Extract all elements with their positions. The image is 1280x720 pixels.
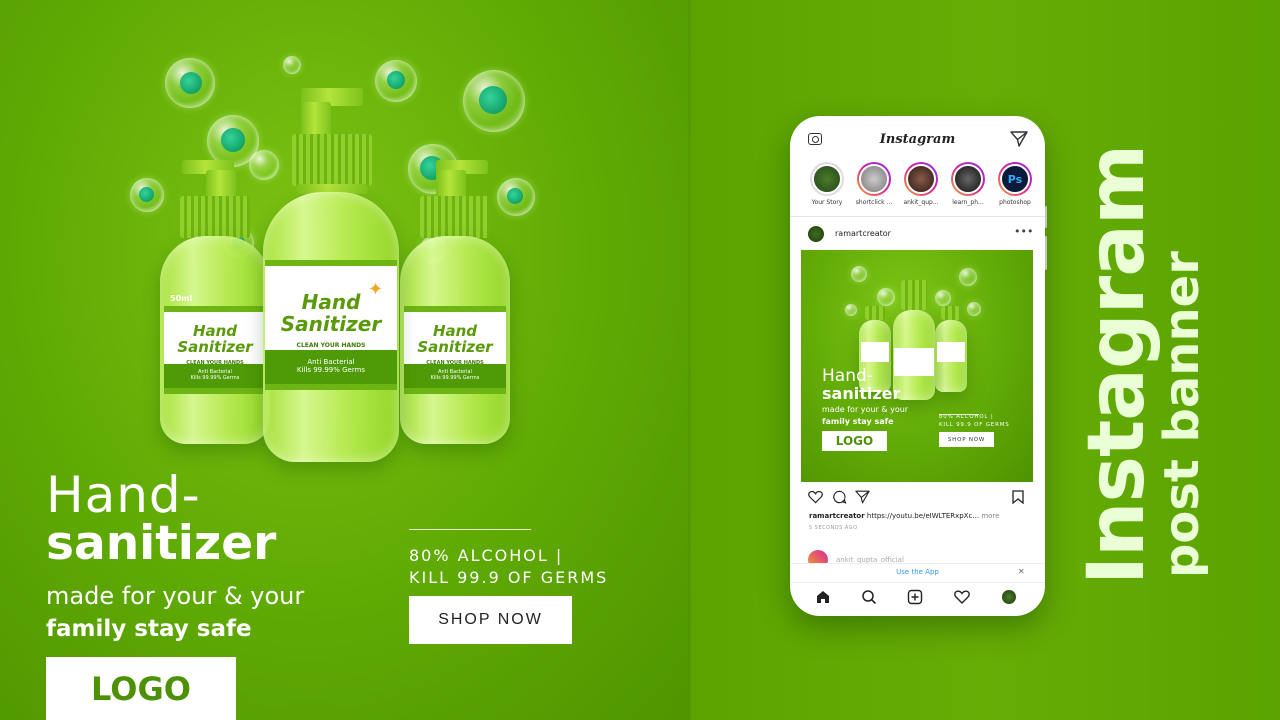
bottle-strip-2: Kills 99.99% Germs [190, 375, 240, 381]
story-item[interactable]: ankit_qup... [903, 162, 939, 206]
story-name: learn_ph... [952, 199, 984, 206]
side-title-instagram: Instagram [1072, 144, 1162, 585]
bubble [283, 56, 301, 74]
app-title: Instagram [879, 132, 956, 147]
avatar[interactable] [808, 226, 824, 242]
virus-icon [479, 86, 507, 114]
virus-icon [221, 128, 245, 152]
bubble [935, 290, 951, 306]
more-options-icon[interactable]: ••• [1014, 225, 1033, 238]
bubble [877, 288, 895, 306]
bubble [959, 268, 977, 286]
share-icon[interactable] [855, 490, 870, 504]
post-image[interactable]: Hand- sanitizer made for your & your fam… [801, 250, 1033, 482]
bottle-capacity: 50ml [170, 294, 193, 303]
post-feature-1: 80% ALCOHOL | [939, 414, 994, 420]
separator [790, 216, 1045, 217]
bottle-strip-2: Kills 99.99% Germs [296, 366, 366, 374]
post-tagline-2: family stay safe [822, 417, 894, 426]
post-username[interactable]: ramartcreator [835, 229, 891, 238]
story-name: Your Story [811, 199, 843, 206]
side-title-post-banner: post banner [1154, 251, 1210, 578]
bubble [845, 304, 857, 316]
mini-label [937, 342, 965, 362]
post-caption: ramartcreator https://youtu.be/eIWLTERxp… [809, 512, 999, 520]
bubble [851, 266, 867, 282]
stories-bar: Your Story shortclick ... ankit_qup... l… [790, 162, 1045, 214]
caption-more[interactable]: more [981, 512, 999, 520]
story-item[interactable]: learn_ph... [951, 162, 985, 206]
new-post-icon[interactable] [907, 589, 923, 605]
profile-avatar-icon[interactable] [1002, 590, 1016, 604]
story-name: shortclick ... [855, 199, 893, 206]
post-actions [790, 488, 1045, 506]
like-icon[interactable] [808, 490, 823, 504]
feature-alcohol: 80% ALCOHOL | [409, 546, 564, 565]
panel-divider [688, 0, 691, 720]
banner-panel: Hand Sanitizer CLEAN YOUR HANDS Anti Bac… [0, 0, 690, 720]
close-icon[interactable]: ✕ [1018, 567, 1025, 576]
tagline-2: family stay safe [46, 616, 252, 642]
post-header: ramartcreator ••• [790, 224, 1045, 244]
bottom-nav [790, 582, 1045, 612]
virus-icon [139, 187, 154, 202]
post-shop-button: SHOP NOW [939, 432, 994, 447]
direct-message-icon[interactable] [1010, 131, 1028, 147]
mini-cap [941, 306, 961, 320]
mini-label [861, 342, 889, 362]
left-bottle: Hand Sanitizer CLEAN YOUR HANDS Anti Bac… [160, 160, 270, 445]
center-bottle: Hand Sanitizer CLEAN YOUR HANDS Anti Bac… [263, 88, 399, 462]
caption-username[interactable]: ramartcreator [809, 512, 865, 520]
post-timestamp: 5 SECONDS AGO [809, 525, 858, 531]
post-headline-2: sanitizer [822, 384, 901, 403]
story-name: photoshop [999, 199, 1031, 206]
caption-link[interactable]: https://youtu.be/eIWLTERxpXc... [867, 512, 979, 520]
story-name: ankit_qup... [903, 199, 939, 206]
post-tagline-1: made for your & your [822, 405, 909, 414]
mini-cap [865, 306, 885, 320]
comment-icon[interactable] [832, 490, 847, 504]
right-bottle: Hand Sanitizer CLEAN YOUR HANDS Anti Bac… [400, 160, 510, 445]
activity-heart-icon[interactable] [954, 589, 970, 605]
story-item[interactable]: shortclick ... [856, 162, 892, 206]
shop-now-button[interactable]: SHOP NOW [409, 596, 572, 644]
tagline-1: made for your & your [46, 582, 305, 610]
use-app-link[interactable]: Use the App [790, 568, 1045, 576]
story-item[interactable]: Ps photoshop [998, 162, 1032, 206]
bottle-title-2: Sanitizer [417, 338, 493, 356]
feature-germs: KILL 99.9 OF GERMS [409, 568, 609, 587]
post-logo: LOGO [822, 431, 887, 451]
virus-icon [387, 71, 405, 89]
post-feature-2: KILL 99.9 OF GERMS [939, 422, 1010, 428]
sparkle-icon: ✦ [368, 279, 384, 300]
bookmark-icon[interactable] [1012, 490, 1024, 504]
bubble [967, 302, 981, 316]
bottle-strip-1: Anti Bacterial [307, 358, 355, 366]
bottle-title-2: Sanitizer [280, 312, 382, 336]
photoshop-badge: Ps [1000, 164, 1030, 194]
logo-text: LOGO [91, 669, 191, 708]
divider-line [409, 529, 531, 530]
search-icon[interactable] [861, 589, 877, 605]
virus-icon [180, 72, 202, 94]
bottle-title: Hand [432, 322, 478, 340]
bottle-capacity: 50ml [279, 270, 307, 281]
mini-label [894, 348, 934, 376]
bottle-strip-2: Kills 99.99% Germs [430, 375, 480, 381]
mini-cap [901, 280, 927, 310]
post-headline-1: Hand- [822, 366, 873, 386]
bottle-title-2: Sanitizer [177, 338, 253, 356]
use-app-banner[interactable]: Use the App ✕ [790, 563, 1045, 581]
bottle-subtitle: CLEAN YOUR HANDS [296, 342, 366, 349]
bottle-title: Hand [192, 322, 238, 340]
story-item[interactable]: Your Story [810, 162, 844, 206]
logo-box: LOGO [46, 657, 236, 720]
phone-mockup: Instagram Your Story shortclick ... anki… [790, 116, 1045, 616]
headline-sanitizer: sanitizer [46, 516, 277, 571]
home-icon[interactable] [815, 589, 831, 605]
